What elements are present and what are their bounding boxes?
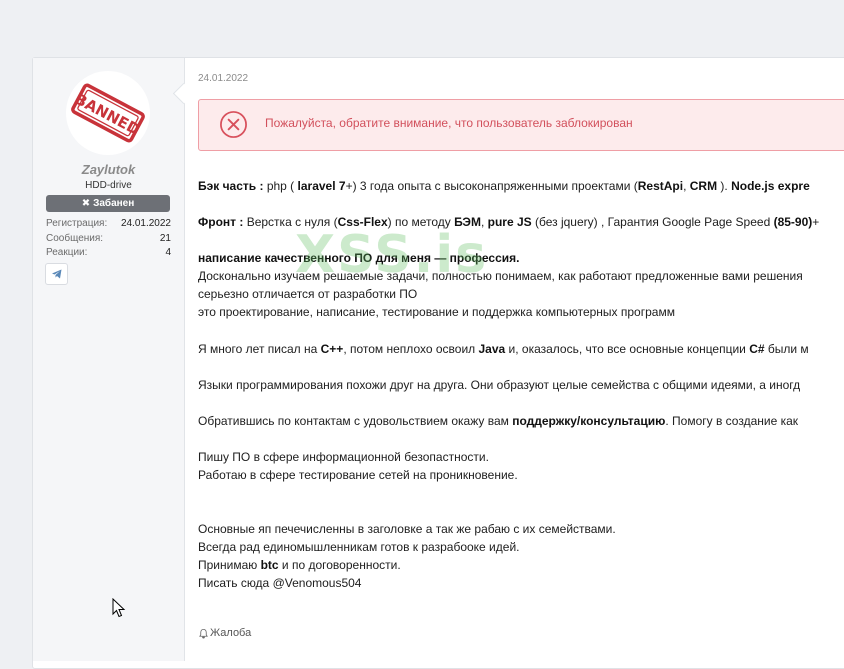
username[interactable]: Zaylutok: [33, 162, 184, 177]
avatar-banned-stamp-icon: BANNED: [71, 83, 145, 143]
avatar[interactable]: BANNED: [66, 71, 150, 155]
telegram-contact-button[interactable]: [45, 263, 68, 285]
post-text-bold: написание качественного ПО для меня — пр…: [198, 251, 520, 265]
post-text-bold: Фронт :: [198, 215, 247, 229]
stat-label: Регистрация:: [46, 218, 108, 229]
telegram-icon: [51, 269, 61, 279]
post-line: Всегда рад единомышленникам готов к разр…: [198, 539, 519, 555]
post-text-bold: btc: [260, 558, 279, 572]
post-line: Основные яп печечисленны в заголовке а т…: [198, 521, 616, 537]
post-text: . Помогу в создание как: [665, 414, 799, 428]
post-text: Обратившись по контактам с удовольствием…: [198, 414, 513, 428]
post-text: Досконально изучаем решаемые задачи, пол…: [198, 269, 803, 283]
report-link[interactable]: Жалоба: [198, 627, 251, 639]
stat-row-reactions: Реакции: 4: [46, 246, 171, 261]
post-line: Бэк часть : php ( laravel 7+) 3 года опы…: [198, 178, 810, 194]
post-text: Верстка с нуля (: [246, 215, 338, 229]
post-line: Работаю в сфере тестирование сетей на пр…: [198, 467, 518, 483]
post-text-bold: БЭМ: [454, 215, 481, 229]
stat-value: 24.01.2022: [120, 218, 171, 229]
stat-value[interactable]: 4: [165, 246, 171, 261]
banned-label: Забанен: [93, 198, 135, 209]
post-text-bold: (85-90): [773, 215, 813, 229]
post-text: ,: [480, 215, 488, 229]
bell-icon: [199, 628, 208, 638]
post-text: ) по методу: [387, 215, 455, 229]
stat-row-messages: Сообщения: 21: [46, 232, 171, 247]
post-line: Принимаю btc и по договоренности.: [198, 557, 401, 573]
post-line: Писать сюда @Venomous504: [198, 575, 361, 591]
stat-label: Реакции:: [46, 247, 88, 258]
post-text: Языки программирования похожи друг на др…: [198, 378, 801, 392]
post-text: ,: [683, 179, 690, 193]
post-text: были м: [764, 342, 809, 356]
post-text: +: [812, 215, 820, 229]
post-text-bold: CRM: [689, 179, 718, 193]
post-text: и, оказалось, что все основные концепции: [505, 342, 750, 356]
report-label[interactable]: Жалоба: [210, 627, 251, 639]
times-icon: ✖: [81, 198, 91, 209]
post-text-bold: Бэк часть :: [198, 179, 267, 193]
post-line: Я много лет писал на C++, потом неплохо …: [198, 341, 809, 357]
post-text-bold: C#: [749, 342, 765, 356]
post-text-bold: Node.js expre: [731, 179, 810, 193]
post-line: написание качественного ПО для меня — пр…: [198, 250, 519, 266]
post-line: Обратившись по контактам с удовольствием…: [198, 413, 798, 429]
post-text-bold: C++: [320, 342, 344, 356]
stat-row-registration: Регистрация: 24.01.2022: [46, 217, 171, 232]
post-text: серьезно отличается от разработки ПО: [198, 287, 418, 301]
post-text: это проектирование, написание, тестирова…: [198, 305, 675, 319]
post-text: Я много лет писал на: [198, 342, 321, 356]
post-text: Всегда рад единомышленникам готов к разр…: [198, 540, 520, 554]
user-title: HDD-drive: [85, 180, 132, 191]
stat-label: Сообщения:: [46, 232, 104, 244]
user-stats: Регистрация: 24.01.2022 Сообщения: 21 Ре…: [46, 217, 171, 261]
post-line: Языки программирования похожи друг на др…: [198, 377, 800, 393]
post-text: , потом неплохо освоил: [343, 342, 479, 356]
post-text: и по договоренности.: [278, 558, 401, 572]
post-text-bold: laravel 7: [297, 179, 346, 193]
post-text-bold: RestApi: [637, 179, 684, 193]
banned-badge: ✖ Забанен: [46, 195, 170, 212]
post-text-bold: Java: [478, 342, 506, 356]
stat-value: 21: [159, 232, 171, 244]
post-text: Писать сюда @Venomous504: [198, 576, 362, 590]
post-text: Работаю в сфере тестирование сетей на пр…: [198, 468, 518, 482]
post-text: Пишу ПО в сфере информационной безопастн…: [198, 450, 489, 464]
mouse-cursor-icon: [112, 598, 126, 618]
post-text-bold: поддержку/консультацию: [512, 414, 666, 428]
post-line: это проектирование, написание, тестирова…: [198, 304, 675, 320]
post-line: Досконально изучаем решаемые задачи, пол…: [198, 268, 803, 284]
post-line: Фронт : Верстка с нуля (Css-Flex) по мет…: [198, 214, 819, 230]
post-text: php (: [266, 179, 298, 193]
post-text: +) 3 года опыта с высоконапряженными про…: [345, 179, 638, 193]
post-text-bold: Css-Flex: [337, 215, 388, 229]
post-text: ).: [717, 179, 732, 193]
post-text: Принимаю: [198, 558, 261, 572]
post-text: Основные яп печечисленны в заголовке а т…: [198, 522, 616, 536]
post-line: серьезно отличается от разработки ПО: [198, 286, 417, 302]
post-line: Пишу ПО в сфере информационной безопастн…: [198, 449, 489, 465]
post-body: Бэк часть : php ( laravel 7+) 3 года опы…: [198, 0, 844, 660]
post-text: (без jquery) , Гарантия Google Page Spee…: [531, 215, 774, 229]
post-text-bold: pure JS: [487, 215, 532, 229]
